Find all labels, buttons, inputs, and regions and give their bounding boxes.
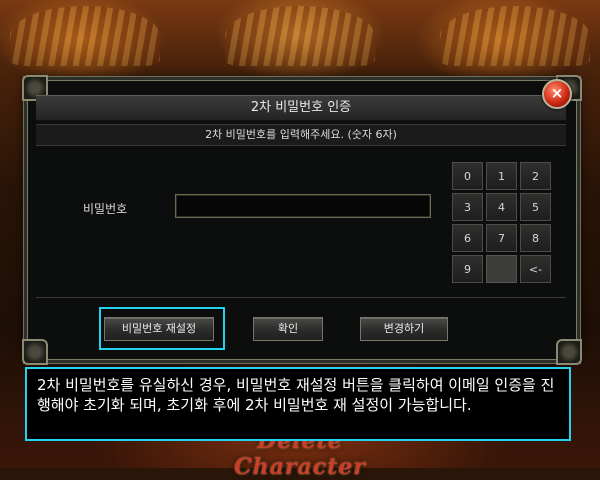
keypad-key-8[interactable]: 8 [520,224,551,252]
help-tooltip: 2차 비밀번호를 유실하신 경우, 비밀번호 재설정 버튼을 클릭하여 이메일 … [25,367,571,441]
wing-ornament-right [440,6,590,66]
wing-ornament-center [225,6,375,66]
reset-password-button[interactable]: 비밀번호 재설정 [104,317,214,341]
frame-corner-ornament [556,339,582,365]
keypad-key-6[interactable]: 6 [452,224,483,252]
change-password-button[interactable]: 변경하기 [360,317,448,341]
dialog-title: 2차 비밀번호 인증 [36,95,566,121]
confirm-button[interactable]: 확인 [253,317,323,341]
password-input[interactable] [175,194,431,218]
close-icon: × [550,84,564,102]
help-tooltip-text: 2차 비밀번호를 유실하신 경우, 비밀번호 재설정 버튼을 클릭하여 이메일 … [37,376,555,414]
keypad-key-3[interactable]: 3 [452,193,483,221]
keypad-key-7[interactable]: 7 [486,224,517,252]
keypad-key-5[interactable]: 5 [520,193,551,221]
divider [36,297,566,298]
keypad-key-0[interactable]: 0 [452,162,483,190]
keypad-backspace-key[interactable]: <- [520,255,551,283]
frame-corner-ornament [22,339,48,365]
password-label: 비밀번호 [83,202,128,216]
instruction-text: 2차 비밀번호를 입력해주세요. (숫자 6자) [36,124,566,146]
keypad-blank-key [486,255,517,283]
wing-ornament-left [10,6,160,66]
second-password-dialog: 2차 비밀번호 인증 × 2차 비밀번호를 입력해주세요. (숫자 6자) 비밀… [22,75,582,365]
close-button[interactable]: × [542,79,572,109]
keypad-key-2[interactable]: 2 [520,162,551,190]
keypad-key-9[interactable]: 9 [452,255,483,283]
keypad-key-1[interactable]: 1 [486,162,517,190]
keypad-key-4[interactable]: 4 [486,193,517,221]
